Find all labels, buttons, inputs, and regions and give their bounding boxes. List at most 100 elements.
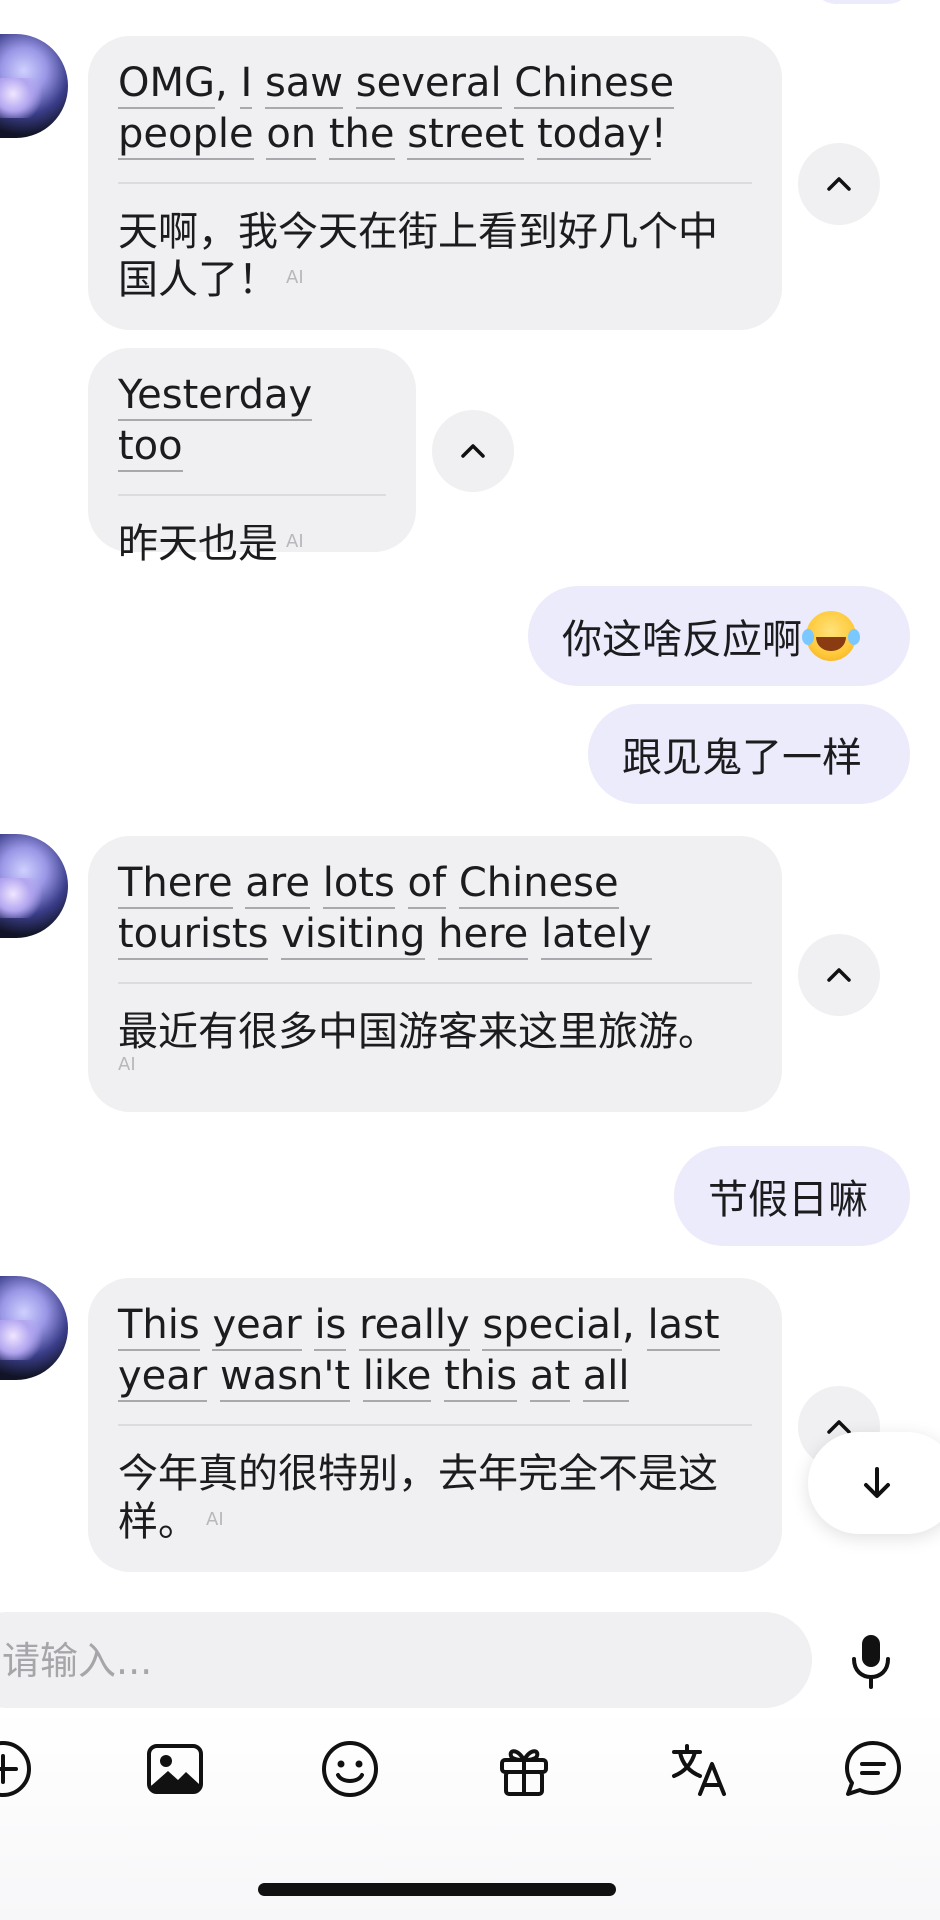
original-text: Yesterday too: [118, 370, 386, 472]
word[interactable]: too: [118, 423, 183, 472]
original-text: There are lots of Chinese tourists visit…: [118, 858, 752, 960]
chevron-up-icon: [827, 968, 851, 982]
word[interactable]: lately: [541, 911, 652, 960]
incoming-message-bubble[interactable]: This year is really special, last year w…: [88, 1278, 782, 1572]
original-line-2: year wasn't like this at all: [118, 1351, 752, 1402]
word[interactable]: special: [482, 1302, 622, 1351]
translate-icon: [672, 1744, 726, 1796]
incoming-message-bubble[interactable]: Yesterday too 昨天也是 AI: [88, 348, 416, 567]
word[interactable]: is: [314, 1302, 347, 1351]
punct: ,: [622, 1302, 648, 1348]
outgoing-message-bubble[interactable]: 跟见鬼了一样: [588, 704, 910, 804]
original-line-1: This year is really special, last: [118, 1300, 752, 1351]
word[interactable]: OMG: [118, 60, 215, 109]
word[interactable]: on: [266, 111, 317, 160]
word[interactable]: There: [118, 860, 233, 909]
incoming-message-bubble[interactable]: OMG, I saw several Chinese people on the…: [88, 36, 782, 330]
laughing-emoji-icon: [802, 611, 856, 661]
incoming-message-bubble[interactable]: There are lots of Chinese tourists visit…: [88, 836, 782, 1112]
translation-divider: [118, 982, 752, 984]
translation-divider: [118, 494, 386, 496]
word[interactable]: Chinese: [514, 60, 675, 109]
collapse-translation-button[interactable]: [432, 410, 514, 492]
word[interactable]: wasn't: [219, 1353, 351, 1402]
ai-badge: AI: [286, 267, 304, 288]
word[interactable]: Yesterday: [118, 372, 313, 421]
message-text: 跟见鬼了一样: [622, 735, 862, 781]
word[interactable]: Chinese: [458, 860, 619, 909]
more-options-button[interactable]: [0, 1738, 34, 1800]
collapse-translation-button[interactable]: [798, 143, 880, 225]
scroll-to-bottom-button[interactable]: [808, 1432, 940, 1534]
translation-content: 昨天也是: [118, 521, 278, 567]
word[interactable]: saw: [264, 60, 344, 109]
word[interactable]: street: [407, 111, 525, 160]
chevron-up-icon: [461, 444, 485, 458]
original-line-1: OMG, I saw several Chinese: [118, 58, 752, 109]
word[interactable]: really: [359, 1302, 470, 1351]
arrow-down-icon: [864, 1467, 890, 1498]
translation-content: 今年真的很特别，去年完全不是这样。: [118, 1451, 718, 1545]
word[interactable]: This: [118, 1302, 200, 1351]
emoji-button[interactable]: [319, 1738, 381, 1800]
translation-text: 昨天也是 AI: [118, 520, 386, 568]
image-button[interactable]: [144, 1738, 206, 1800]
home-indicator: [258, 1883, 616, 1896]
contact-avatar[interactable]: [0, 1276, 68, 1380]
word[interactable]: are: [245, 860, 310, 909]
word[interactable]: I: [240, 60, 253, 109]
message-input[interactable]: [0, 1612, 764, 1710]
word[interactable]: this: [444, 1353, 518, 1402]
word[interactable]: lots: [322, 860, 395, 909]
chat-button[interactable]: [842, 1738, 904, 1800]
punct: !: [650, 111, 667, 157]
word[interactable]: all: [582, 1353, 630, 1402]
collapse-translation-button[interactable]: [798, 934, 880, 1016]
microphone-button[interactable]: [840, 1630, 902, 1692]
ai-badge: AI: [286, 531, 304, 552]
original-text: OMG, I saw several Chinese people on the…: [118, 58, 752, 160]
word[interactable]: of: [407, 860, 447, 909]
word[interactable]: people: [118, 111, 254, 160]
word[interactable]: today: [536, 111, 651, 160]
original-line-2: tourists visiting here lately: [118, 909, 752, 960]
gift-button[interactable]: [493, 1738, 555, 1800]
original-line-2: people on the street today!: [118, 109, 752, 160]
word[interactable]: like: [362, 1353, 432, 1402]
word[interactable]: year: [212, 1302, 302, 1351]
word[interactable]: several: [355, 60, 502, 109]
translation-content: 天啊，我今天在街上看到好几个中国人了！: [118, 209, 718, 303]
outgoing-message-bubble[interactable]: 你这啥反应啊: [528, 586, 910, 686]
contact-avatar[interactable]: [0, 34, 68, 138]
word[interactable]: last: [647, 1302, 720, 1351]
word[interactable]: the: [328, 111, 395, 160]
word[interactable]: visiting: [281, 911, 426, 960]
word[interactable]: year: [118, 1353, 208, 1402]
translate-button[interactable]: [668, 1738, 730, 1800]
image-icon: [147, 1744, 203, 1794]
word[interactable]: tourists: [118, 911, 269, 960]
outgoing-message-bubble[interactable]: 节假日嘛: [674, 1146, 910, 1246]
translation-content: 最近有很多中国游客来这里旅游。: [118, 1009, 718, 1055]
ai-badge: AI: [206, 1509, 224, 1530]
word[interactable]: at: [529, 1353, 571, 1402]
word[interactable]: here: [438, 911, 529, 960]
contact-avatar[interactable]: [0, 834, 68, 938]
